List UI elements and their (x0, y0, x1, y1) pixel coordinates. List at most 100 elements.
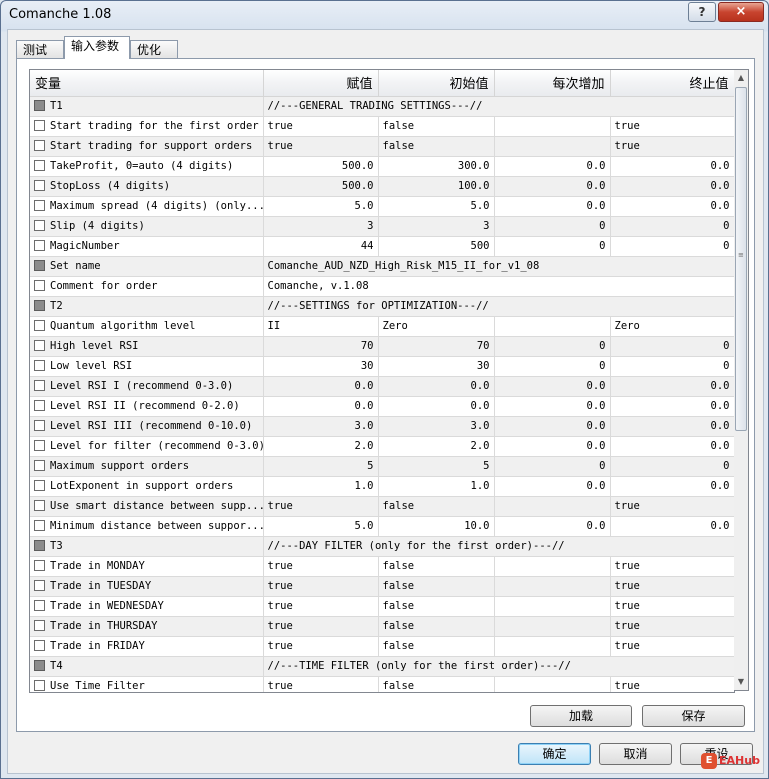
param-row[interactable]: TakeProfit, 0=auto (4 digits) 500.0 300.0 0… (30, 156, 734, 177)
param-row[interactable]: Minimum distance between suppor... 5.0 10.… (30, 516, 734, 537)
param-start-cell[interactable]: false (378, 556, 495, 577)
param-row[interactable]: T3 //---DAY FILTER (only for the first or… (30, 536, 734, 557)
close-button[interactable]: × (718, 2, 764, 22)
optimize-checkbox[interactable] (34, 660, 45, 671)
param-stop-cell[interactable]: true (610, 636, 734, 657)
param-step-cell[interactable] (494, 576, 611, 597)
param-value-cell[interactable]: true (263, 556, 379, 577)
param-row[interactable]: Quantum algorithm level II Zero Zero (30, 316, 734, 337)
param-row[interactable]: Level RSI III (recommend 0-10.0) 3.0 3.0 0.… (30, 416, 734, 437)
param-row[interactable]: Maximum support orders 5 5 0 0 (30, 456, 734, 477)
param-step-cell[interactable]: 0.0 (494, 156, 611, 177)
param-value-cell[interactable]: true (263, 636, 379, 657)
param-value-cell[interactable]: 5.0 (263, 196, 379, 217)
param-stop-cell[interactable]: true (610, 596, 734, 617)
param-start-cell[interactable]: 300.0 (378, 156, 495, 177)
param-row[interactable]: LotExponent in support orders 1.0 1.0 0.0 0.… (30, 476, 734, 497)
param-stop-cell[interactable]: 0.0 (610, 416, 734, 437)
param-step-cell[interactable]: 0.0 (494, 376, 611, 397)
param-stop-cell[interactable]: 0 (610, 356, 734, 377)
param-value-cell[interactable]: 3 (263, 216, 379, 237)
optimize-checkbox[interactable] (34, 180, 45, 191)
optimize-checkbox[interactable] (34, 680, 45, 691)
param-stop-cell[interactable]: 0.0 (610, 376, 734, 397)
scroll-down-icon[interactable]: ▼ (734, 674, 748, 690)
param-value-cell[interactable]: Comanche_AUD_NZD_High_Risk_M15_II_for_v1… (263, 256, 734, 277)
param-start-cell[interactable]: false (378, 596, 495, 617)
param-start-cell[interactable]: Zero (378, 316, 495, 337)
param-value-cell[interactable]: 5.0 (263, 516, 379, 537)
param-value-cell[interactable]: II (263, 316, 379, 337)
param-value-cell[interactable]: 30 (263, 356, 379, 377)
param-row[interactable]: Comment for order Comanche, v.1.08 (30, 276, 734, 297)
param-value-cell[interactable]: true (263, 596, 379, 617)
optimize-checkbox[interactable] (34, 260, 45, 271)
param-start-cell[interactable]: 3 (378, 216, 495, 237)
optimize-checkbox[interactable] (34, 500, 45, 511)
param-row[interactable]: StopLoss (4 digits) 500.0 100.0 0.0 0.0 (30, 176, 734, 197)
param-stop-cell[interactable]: true (610, 576, 734, 597)
param-row[interactable]: Low level RSI 30 30 0 0 (30, 356, 734, 377)
param-step-cell[interactable]: 0.0 (494, 476, 611, 497)
param-start-cell[interactable]: 5.0 (378, 196, 495, 217)
param-row[interactable]: Trade in FRIDAY true false true (30, 636, 734, 657)
optimize-checkbox[interactable] (34, 580, 45, 591)
param-value-cell[interactable]: 500.0 (263, 156, 379, 177)
optimize-checkbox[interactable] (34, 340, 45, 351)
col-header-variable[interactable]: 变量 (30, 70, 264, 97)
param-stop-cell[interactable]: 0.0 (610, 476, 734, 497)
param-row[interactable]: T1 //---GENERAL TRADING SETTINGS---// (30, 96, 734, 117)
param-step-cell[interactable] (494, 676, 611, 692)
param-step-cell[interactable]: 0.0 (494, 196, 611, 217)
param-row[interactable]: T2 //---SETTINGS for OPTIMIZATION---// (30, 296, 734, 317)
param-stop-cell[interactable]: 0 (610, 336, 734, 357)
param-start-cell[interactable]: 2.0 (378, 436, 495, 457)
param-stop-cell[interactable]: true (610, 136, 734, 157)
optimize-checkbox[interactable] (34, 280, 45, 291)
param-row[interactable]: Use smart distance between supp... true fa… (30, 496, 734, 517)
save-button[interactable]: 保存 (642, 705, 745, 727)
param-row[interactable]: Trade in WEDNESDAY true false true (30, 596, 734, 617)
param-row[interactable]: Maximum spread (4 digits) (only... 5.0 5.0… (30, 196, 734, 217)
param-step-cell[interactable]: 0 (494, 236, 611, 257)
param-step-cell[interactable] (494, 316, 611, 337)
param-start-cell[interactable]: 10.0 (378, 516, 495, 537)
optimize-checkbox[interactable] (34, 100, 45, 111)
cancel-button[interactable]: 取消 (599, 743, 672, 765)
param-value-cell[interactable]: 5 (263, 456, 379, 477)
param-stop-cell[interactable]: 0.0 (610, 516, 734, 537)
param-step-cell[interactable] (494, 596, 611, 617)
param-start-cell[interactable]: false (378, 116, 495, 137)
param-start-cell[interactable]: false (378, 616, 495, 637)
param-value-cell[interactable]: //---SETTINGS for OPTIMIZATION---// (263, 296, 734, 317)
param-start-cell[interactable]: 500 (378, 236, 495, 257)
param-row[interactable]: Level RSI I (recommend 0-3.0) 0.0 0.0 0.0 0.… (30, 376, 734, 397)
param-row[interactable]: High level RSI 70 70 0 0 (30, 336, 734, 357)
help-button[interactable]: ? (688, 2, 716, 22)
param-step-cell[interactable] (494, 136, 611, 157)
param-step-cell[interactable] (494, 636, 611, 657)
optimize-checkbox[interactable] (34, 440, 45, 451)
param-start-cell[interactable]: 70 (378, 336, 495, 357)
optimize-checkbox[interactable] (34, 620, 45, 631)
param-stop-cell[interactable]: 0.0 (610, 176, 734, 197)
optimize-checkbox[interactable] (34, 140, 45, 151)
param-start-cell[interactable]: 100.0 (378, 176, 495, 197)
scroll-thumb[interactable]: ≡ (735, 87, 747, 431)
col-header-step[interactable]: 每次增加 (494, 70, 611, 97)
param-stop-cell[interactable]: true (610, 116, 734, 137)
param-stop-cell[interactable]: 0.0 (610, 396, 734, 417)
tab-input-params[interactable]: 输入参数 (64, 36, 130, 59)
param-value-cell[interactable]: 70 (263, 336, 379, 357)
param-row[interactable]: Set name Comanche_AUD_NZD_High_Risk_M15_I… (30, 256, 734, 277)
param-start-cell[interactable]: false (378, 496, 495, 517)
param-row[interactable]: Level for filter (recommend 0-3.0) 2.0 2.0… (30, 436, 734, 457)
param-row[interactable]: Start trading for the first order true fal… (30, 116, 734, 137)
param-row[interactable]: Trade in TUESDAY true false true (30, 576, 734, 597)
vertical-scrollbar[interactable]: ▲ ≡ ▼ (734, 69, 749, 691)
optimize-checkbox[interactable] (34, 380, 45, 391)
optimize-checkbox[interactable] (34, 160, 45, 171)
param-value-cell[interactable]: //---GENERAL TRADING SETTINGS---// (263, 96, 734, 117)
col-header-stop[interactable]: 终止值 (610, 70, 734, 97)
param-step-cell[interactable]: 0.0 (494, 436, 611, 457)
